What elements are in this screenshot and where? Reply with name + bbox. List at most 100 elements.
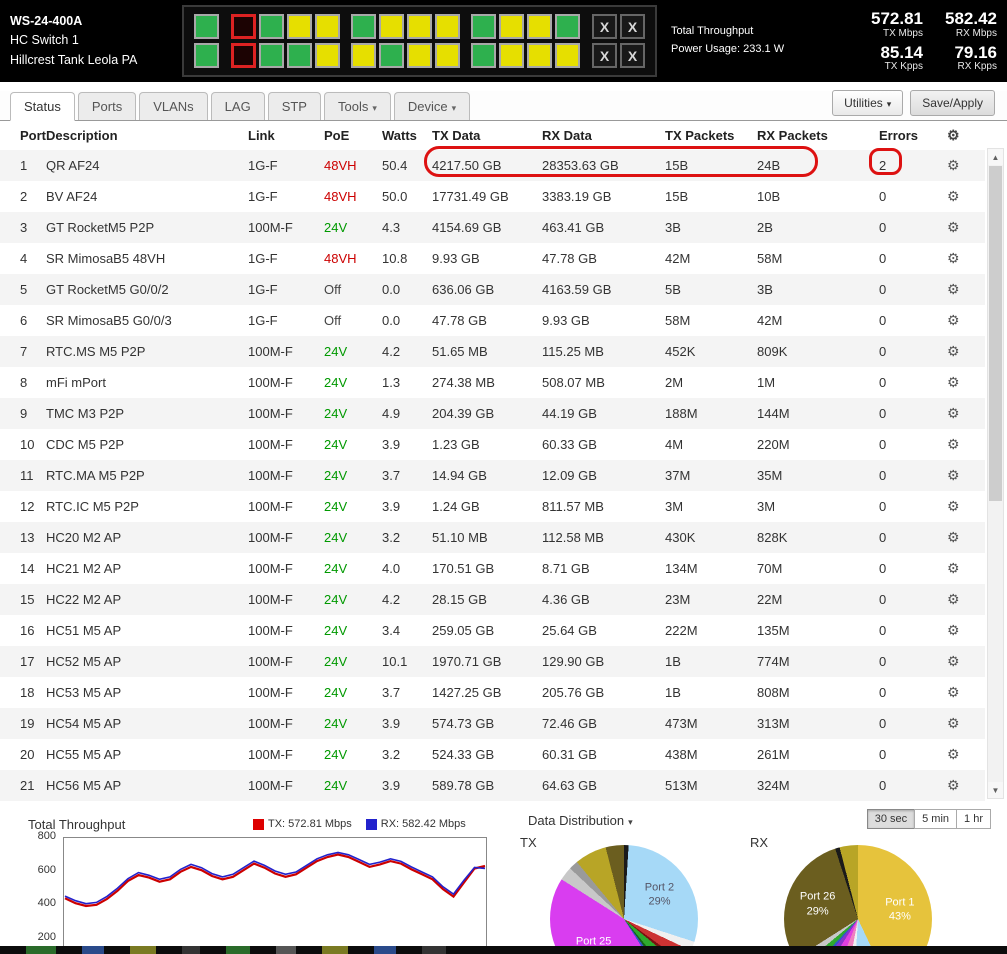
gear-icon[interactable]: ⚙ — [947, 127, 960, 143]
port-settings-button[interactable]: ⚙ — [947, 746, 960, 763]
port-led-yellow[interactable] — [527, 14, 552, 39]
cell-settings: ⚙ — [943, 181, 985, 212]
port-led-green[interactable] — [259, 14, 284, 39]
port-settings-button[interactable]: ⚙ — [947, 715, 960, 732]
cell-tx_packets: 1B — [661, 677, 753, 708]
table-row: 7RTC.MS M5 P2P100M-F24V4.251.65 MB115.25… — [0, 336, 985, 367]
y-axis-tick-800: 800 — [0, 830, 56, 842]
port-led-yellow[interactable] — [499, 43, 524, 68]
port-status-table: PortDescriptionLinkPoEWattsTX DataRX Dat… — [0, 121, 985, 801]
port-settings-button[interactable]: ⚙ — [947, 374, 960, 391]
cell-tx_data: 28.15 GB — [428, 584, 538, 615]
port-led-green[interactable] — [194, 43, 219, 68]
cell-link: 100M-F — [244, 770, 320, 801]
port-settings-button[interactable]: ⚙ — [947, 560, 960, 577]
port-led-yellow[interactable] — [287, 14, 312, 39]
interval-button-30-sec[interactable]: 30 sec — [867, 809, 915, 829]
port-led-green[interactable] — [194, 14, 219, 39]
tab-label: VLANs — [153, 99, 193, 114]
port-led-yellow[interactable] — [435, 14, 460, 39]
port-settings-button[interactable]: ⚙ — [947, 529, 960, 546]
port-led-yellow[interactable] — [351, 43, 376, 68]
port-settings-button[interactable]: ⚙ — [947, 653, 960, 670]
port-settings-button[interactable]: ⚙ — [947, 405, 960, 422]
table-row: 18HC53 M5 AP100M-F24V3.71427.25 GB205.76… — [0, 677, 985, 708]
cell-link: 1G-F — [244, 305, 320, 336]
tab-status[interactable]: Status — [10, 92, 75, 121]
sfp-port-x[interactable]: X — [620, 43, 645, 68]
scrollbar-thumb[interactable] — [989, 166, 1002, 501]
port-settings-button[interactable]: ⚙ — [947, 312, 960, 329]
cell-settings: ⚙ — [943, 367, 985, 398]
port-led-red[interactable] — [231, 43, 256, 68]
rx-distribution-pie: Port 143%Port 2629% — [784, 845, 932, 954]
port-settings-button[interactable]: ⚙ — [947, 498, 960, 515]
port-settings-button[interactable]: ⚙ — [947, 343, 960, 360]
port-led-green[interactable] — [555, 14, 580, 39]
port-settings-button[interactable]: ⚙ — [947, 219, 960, 236]
port-led-green[interactable] — [471, 43, 496, 68]
port-led-red[interactable] — [231, 14, 256, 39]
cell-tx_data: 47.78 GB — [428, 305, 538, 336]
cell-poe: 24V — [320, 615, 378, 646]
throughput-line-svg — [64, 838, 486, 954]
tab-device[interactable]: Device▾ — [394, 92, 470, 120]
cell-description: HC51 M5 AP — [42, 615, 244, 646]
data-distribution-dropdown[interactable]: Data Distribution▾ — [528, 813, 633, 828]
scroll-up-arrow[interactable]: ▲ — [988, 149, 1003, 165]
port-led-yellow[interactable] — [435, 43, 460, 68]
tab-stp[interactable]: STP — [268, 92, 321, 120]
port-led-green[interactable] — [471, 14, 496, 39]
port-led-yellow[interactable] — [379, 14, 404, 39]
tab-ports[interactable]: Ports — [78, 92, 136, 120]
tab-lag[interactable]: LAG — [211, 92, 265, 120]
port-led-yellow[interactable] — [555, 43, 580, 68]
port-settings-button[interactable]: ⚙ — [947, 188, 960, 205]
table-row: 14HC21 M2 AP100M-F24V4.0170.51 GB8.71 GB… — [0, 553, 985, 584]
port-led-green[interactable] — [351, 14, 376, 39]
port-led-yellow[interactable] — [527, 43, 552, 68]
cell-watts: 4.2 — [378, 584, 428, 615]
cell-rx_data: 44.19 GB — [538, 398, 661, 429]
cell-settings: ⚙ — [943, 677, 985, 708]
interval-button-1-hr[interactable]: 1 hr — [956, 809, 991, 829]
table-scrollbar[interactable]: ▲ ▼ — [987, 148, 1004, 799]
interval-button-5-min[interactable]: 5 min — [914, 809, 957, 829]
port-led-green[interactable] — [259, 43, 284, 68]
save-apply-button[interactable]: Save/Apply — [910, 90, 995, 116]
port-led-yellow[interactable] — [315, 43, 340, 68]
cell-poe: 24V — [320, 491, 378, 522]
cell-watts: 0.0 — [378, 274, 428, 305]
table-row: 13HC20 M2 AP100M-F24V3.251.10 MB112.58 M… — [0, 522, 985, 553]
port-led-green[interactable] — [287, 43, 312, 68]
cell-rx_packets: 35M — [753, 460, 875, 491]
cell-link: 1G-F — [244, 181, 320, 212]
port-led-green[interactable] — [379, 43, 404, 68]
port-led-yellow[interactable] — [315, 14, 340, 39]
header-bar: WS-24-400A HC Switch 1 Hillcrest Tank Le… — [0, 0, 1007, 82]
port-led-yellow[interactable] — [499, 14, 524, 39]
sfp-port-x[interactable]: X — [620, 14, 645, 39]
cell-port: 4 — [0, 243, 42, 274]
port-settings-button[interactable]: ⚙ — [947, 591, 960, 608]
port-settings-button[interactable]: ⚙ — [947, 467, 960, 484]
port-led-yellow[interactable] — [407, 43, 432, 68]
power-info: Total Throughput Power Usage: 233.1 W — [671, 23, 784, 58]
port-settings-button[interactable]: ⚙ — [947, 684, 960, 701]
utilities-button[interactable]: Utilities▾ — [832, 90, 903, 116]
table-row: 11RTC.MA M5 P2P100M-F24V3.714.94 GB12.09… — [0, 460, 985, 491]
cell-watts: 4.9 — [378, 398, 428, 429]
port-settings-button[interactable]: ⚙ — [947, 157, 960, 174]
port-settings-button[interactable]: ⚙ — [947, 250, 960, 267]
port-settings-button[interactable]: ⚙ — [947, 281, 960, 298]
port-settings-button[interactable]: ⚙ — [947, 622, 960, 639]
port-settings-button[interactable]: ⚙ — [947, 436, 960, 453]
scroll-down-arrow[interactable]: ▼ — [988, 782, 1003, 798]
cell-port: 15 — [0, 584, 42, 615]
port-led-yellow[interactable] — [407, 14, 432, 39]
sfp-port-x[interactable]: X — [592, 43, 617, 68]
tab-tools[interactable]: Tools▾ — [324, 92, 391, 120]
sfp-port-x[interactable]: X — [592, 14, 617, 39]
tab-vlans[interactable]: VLANs — [139, 92, 207, 120]
port-settings-button[interactable]: ⚙ — [947, 777, 960, 794]
